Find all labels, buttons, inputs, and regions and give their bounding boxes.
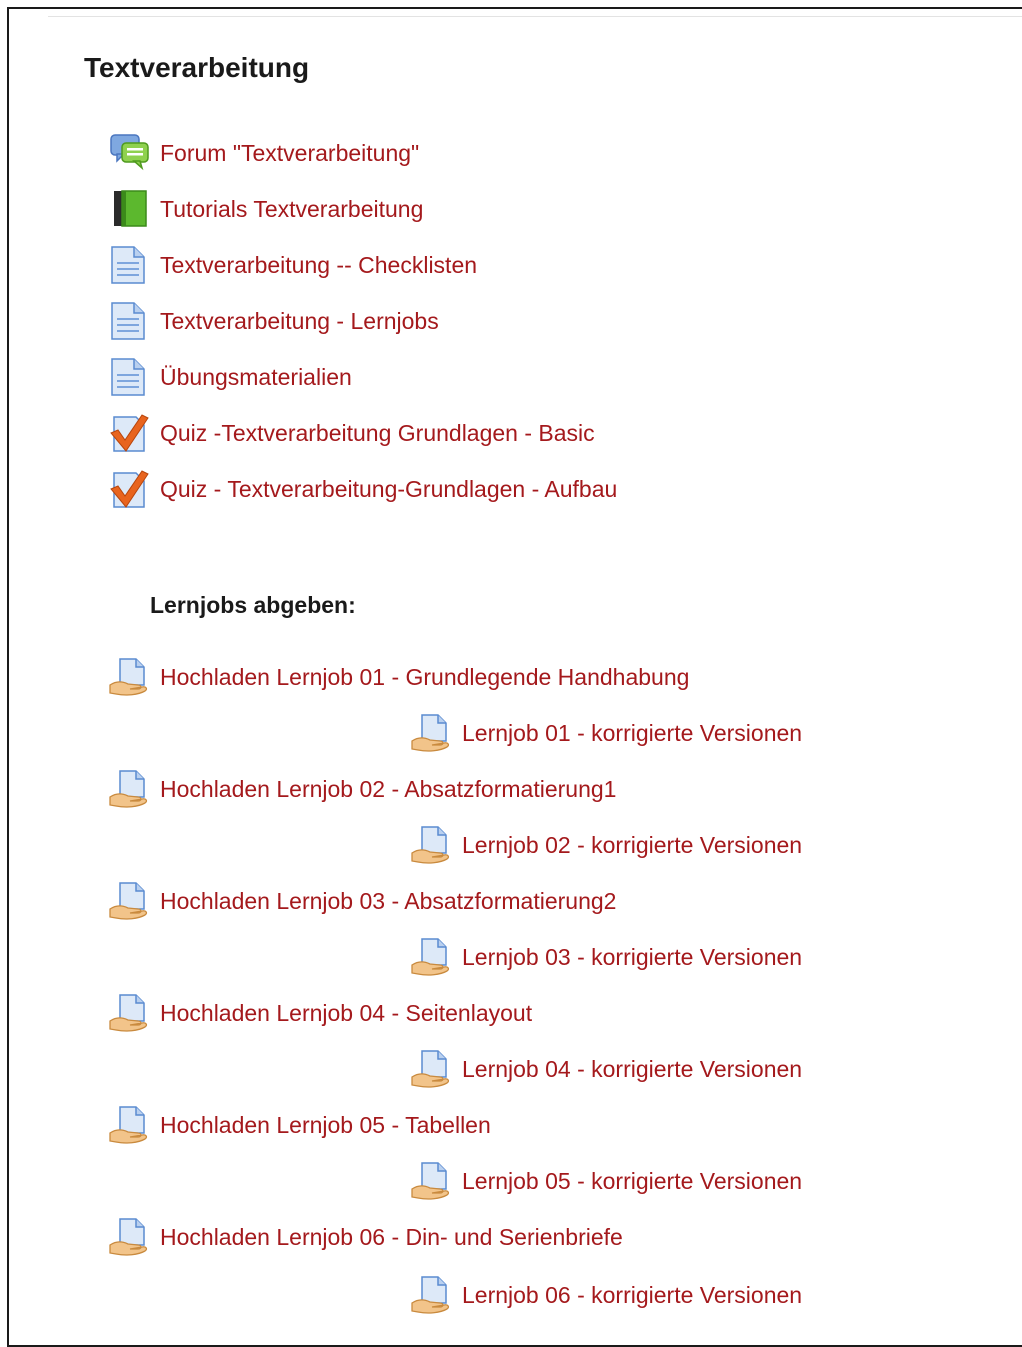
activity-label: Textverarbeitung - Lernjobs (160, 308, 439, 334)
activity-page-uebungsmaterialien[interactable]: Übungsmaterialien (108, 357, 352, 397)
assignment-corrected-03[interactable]: Lernjob 03 - korrigierte Versionen (410, 937, 802, 977)
assignment-label: Lernjob 02 - korrigierte Versionen (462, 832, 803, 858)
assignment-upload-03[interactable]: Hochladen Lernjob 03 - Absatzformatierun… (108, 881, 616, 921)
assignment-corrected-06[interactable]: Lernjob 06 - korrigierte Versionen (410, 1275, 802, 1315)
assignment-upload-01[interactable]: Hochladen Lernjob 01 - Grundlegende Hand… (108, 657, 689, 697)
assignment-icon (108, 993, 152, 1033)
assignment-label: Hochladen Lernjob 05 - Tabellen (160, 1112, 491, 1138)
activity-label: Quiz -Textverarbeitung Grundlagen - Basi… (160, 420, 595, 446)
quiz-icon (108, 469, 152, 509)
assignment-label: Hochladen Lernjob 02 - Absatzformatierun… (160, 776, 617, 802)
activity-forum[interactable]: Forum "Textverarbeitung" (108, 133, 419, 173)
assignment-icon (410, 1161, 454, 1201)
activity-page-checklisten[interactable]: Textverarbeitung -- Checklisten (108, 245, 477, 285)
assignment-label: Lernjob 05 - korrigierte Versionen (462, 1168, 803, 1194)
book-icon (108, 189, 152, 229)
activity-label: Tutorials Textverarbeitung (160, 196, 424, 222)
activity-page-lernjobs[interactable]: Textverarbeitung - Lernjobs (108, 301, 439, 341)
assignment-label: Hochladen Lernjob 01 - Grundlegende Hand… (160, 664, 690, 690)
assignment-icon (108, 1105, 152, 1145)
assignment-upload-05[interactable]: Hochladen Lernjob 05 - Tabellen (108, 1105, 491, 1145)
assignment-icon (108, 769, 152, 809)
forum-icon (108, 133, 152, 173)
activity-label: Quiz - Textverarbeitung-Grundlagen - Auf… (160, 476, 618, 502)
activity-quiz-basic[interactable]: Quiz -Textverarbeitung Grundlagen - Basi… (108, 413, 595, 453)
assignment-upload-04[interactable]: Hochladen Lernjob 04 - Seitenlayout (108, 993, 532, 1033)
page-icon (108, 357, 152, 397)
activity-label: Übungsmaterialien (160, 364, 352, 390)
assignment-label: Lernjob 06 - korrigierte Versionen (462, 1282, 803, 1308)
assignment-upload-02[interactable]: Hochladen Lernjob 02 - Absatzformatierun… (108, 769, 616, 809)
assignment-label: Lernjob 01 - korrigierte Versionen (462, 720, 803, 746)
assignment-corrected-01[interactable]: Lernjob 01 - korrigierte Versionen (410, 713, 802, 753)
activity-book[interactable]: Tutorials Textverarbeitung (108, 189, 423, 229)
assignment-label: Hochladen Lernjob 06 - Din- und Serienbr… (160, 1224, 623, 1250)
assignment-label: Hochladen Lernjob 03 - Absatzformatierun… (160, 888, 617, 914)
assignment-upload-06[interactable]: Hochladen Lernjob 06 - Din- und Serienbr… (108, 1217, 623, 1257)
quiz-icon (108, 413, 152, 453)
assignment-icon (108, 1217, 152, 1257)
page-icon (108, 245, 152, 285)
assignment-icon (410, 937, 454, 977)
assignment-label: Lernjob 04 - korrigierte Versionen (462, 1056, 803, 1082)
assignment-label: Hochladen Lernjob 04 - Seitenlayout (160, 1000, 533, 1026)
section-title: Textverarbeitung (84, 52, 310, 83)
assignment-label: Lernjob 03 - korrigierte Versionen (462, 944, 803, 970)
page-icon (108, 301, 152, 341)
assignment-icon (410, 825, 454, 865)
assignment-icon (410, 1275, 454, 1315)
assignment-icon (410, 713, 454, 753)
assignment-icon (108, 881, 152, 921)
assignment-corrected-02[interactable]: Lernjob 02 - korrigierte Versionen (410, 825, 802, 865)
activity-quiz-aufbau[interactable]: Quiz - Textverarbeitung-Grundlagen - Auf… (108, 469, 617, 509)
activity-label: Textverarbeitung -- Checklisten (160, 252, 478, 278)
activity-label: Forum "Textverarbeitung" (160, 140, 420, 166)
assignment-icon (108, 657, 152, 697)
assignment-corrected-05[interactable]: Lernjob 05 - korrigierte Versionen (410, 1161, 802, 1201)
assignment-icon (410, 1049, 454, 1089)
section-divider (48, 16, 1022, 17)
assignment-corrected-04[interactable]: Lernjob 04 - korrigierte Versionen (410, 1049, 802, 1089)
assignments-heading: Lernjobs abgeben: (150, 592, 356, 618)
